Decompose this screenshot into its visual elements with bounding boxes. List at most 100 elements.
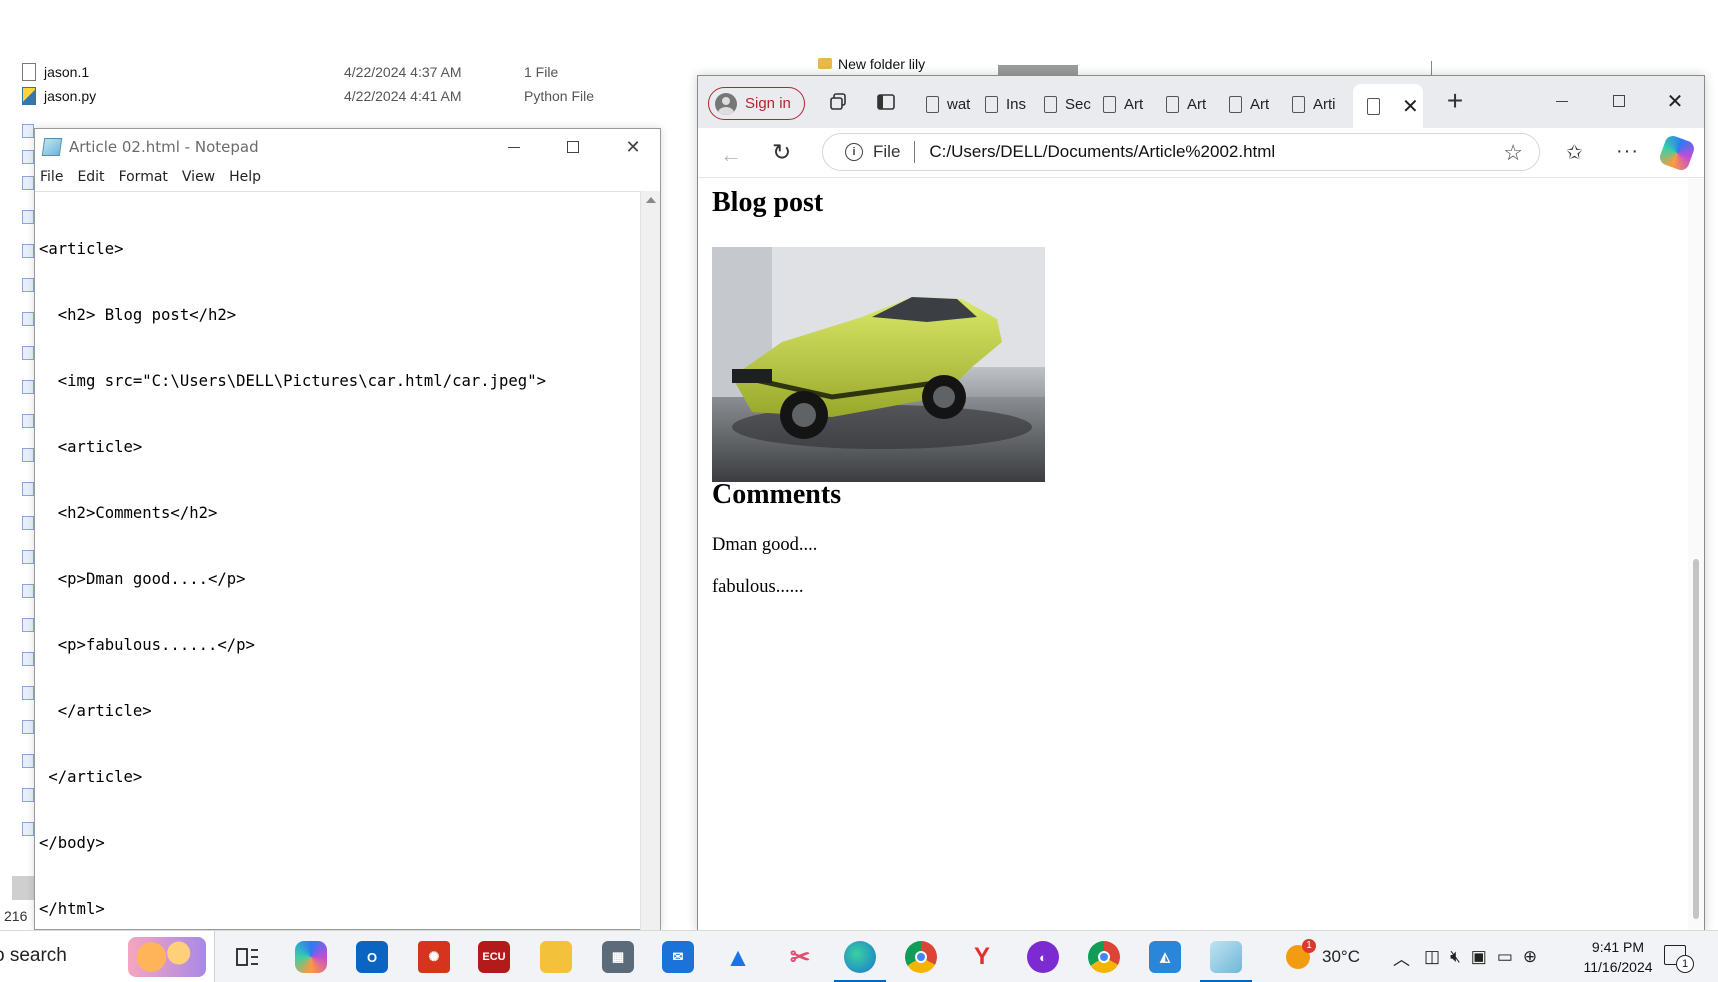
- code-line: </html>: [39, 900, 105, 918]
- display-icon[interactable]: ▣: [1471, 947, 1487, 967]
- system-tray: ︿ ◫ 🔇︎ ▣ ▭ ⊕: [1393, 931, 1537, 982]
- maximize-icon: [1613, 95, 1625, 107]
- scrollbar-thumb[interactable]: [1693, 559, 1699, 919]
- copilot-icon[interactable]: [1657, 133, 1697, 173]
- maximize-button[interactable]: [1597, 88, 1641, 114]
- speaker-muted-icon[interactable]: 🔇︎: [1450, 947, 1461, 967]
- file-explorer-icon[interactable]: [540, 941, 572, 973]
- tab-5[interactable]: Art: [1166, 88, 1216, 120]
- tab-2[interactable]: Ins: [985, 88, 1035, 120]
- weather-badge: 1: [1302, 939, 1316, 953]
- mail-icon[interactable]: ✉: [662, 941, 694, 973]
- text-editor[interactable]: <article> <h2> Blog post</h2> <img src="…: [35, 191, 641, 931]
- url-text: C:/Users/DELL/Documents/Article%2002.htm…: [929, 142, 1276, 161]
- tab-actions-icon[interactable]: [874, 90, 898, 114]
- menu-help[interactable]: Help: [229, 169, 261, 185]
- chrome-profile-icon[interactable]: [1088, 941, 1120, 973]
- yandex-icon[interactable]: Y: [966, 941, 998, 973]
- ecu-website-icon[interactable]: ECU: [478, 941, 510, 973]
- incognito-icon[interactable]: ◐: [1027, 941, 1059, 973]
- address-bar[interactable]: i File C:/Users/DELL/Documents/Article%2…: [822, 133, 1540, 171]
- chevron-up-icon[interactable]: ︿: [1393, 945, 1410, 970]
- tab-title: Ins: [1006, 95, 1027, 113]
- sign-in-button[interactable]: Sign in: [708, 87, 805, 120]
- close-tab-icon[interactable]: ✕: [1402, 94, 1419, 119]
- tab-title: Art: [1187, 95, 1207, 113]
- new-tab-button[interactable]: +: [1440, 87, 1470, 117]
- comment-2: fabulous......: [712, 577, 804, 597]
- code-line: <article>: [39, 240, 124, 258]
- tab-3[interactable]: Sec: [1044, 88, 1094, 120]
- minimize-button[interactable]: [485, 129, 543, 165]
- file-row-jason-1[interactable]: jason.1 4/22/2024 4:37 AM 1 File: [22, 60, 558, 84]
- more-options-icon[interactable]: ···: [1616, 140, 1639, 163]
- item-count: 216: [4, 908, 28, 924]
- temperature: 30°C: [1322, 947, 1360, 966]
- file-row-jason-py[interactable]: jason.py 4/22/2024 4:41 AM Python File: [22, 84, 594, 108]
- tab-title: Arti: [1313, 95, 1336, 113]
- copilot-app-icon[interactable]: [295, 941, 327, 973]
- minimize-button[interactable]: [1540, 88, 1584, 114]
- date: 11/16/2024: [1583, 959, 1653, 975]
- snipping-tool-icon[interactable]: ✂: [784, 941, 816, 973]
- close-icon: ✕: [625, 136, 641, 157]
- code-line: </article>: [39, 768, 143, 786]
- tab-1[interactable]: wat: [926, 88, 976, 120]
- favorite-star-icon[interactable]: ☆: [1503, 140, 1523, 166]
- tab-6[interactable]: Art: [1229, 88, 1279, 120]
- tab-4[interactable]: Art: [1103, 88, 1153, 120]
- tab-active[interactable]: ✕: [1353, 84, 1423, 128]
- favorites-icon[interactable]: ✩: [1566, 140, 1583, 165]
- menu-bar: File Edit Format View Help: [35, 165, 660, 189]
- code-line: <img src="C:\Users\DELL\Pictures\car.htm…: [39, 372, 546, 390]
- page-icon: [1229, 95, 1242, 113]
- close-button[interactable]: ✕: [1653, 88, 1697, 114]
- menu-file[interactable]: File: [40, 169, 63, 185]
- url-scheme: File: [873, 142, 901, 161]
- globe-icon[interactable]: ⊕: [1523, 947, 1537, 967]
- calculator-icon[interactable]: ▦: [602, 941, 634, 973]
- back-arrow-icon[interactable]: ←: [720, 142, 742, 168]
- tab-7[interactable]: Arti: [1292, 88, 1342, 120]
- notepad-titlebar[interactable]: Article 02.html - Notepad ✕: [35, 129, 660, 165]
- battery-icon[interactable]: ▭: [1497, 947, 1513, 967]
- tab-title: Art: [1124, 95, 1144, 113]
- refresh-icon[interactable]: ↻: [772, 139, 791, 166]
- page-heading-comments: Comments: [712, 479, 842, 510]
- scroll-up-icon[interactable]: [646, 197, 656, 203]
- notification-count: 1: [1676, 955, 1694, 973]
- tab-title: Art: [1250, 95, 1270, 113]
- photos-icon[interactable]: ◭: [1149, 941, 1181, 973]
- clock[interactable]: 9:41 PM 11/16/2024: [1566, 937, 1670, 977]
- chrome-icon[interactable]: [905, 941, 937, 973]
- code-line: </article>: [39, 702, 152, 720]
- page-icon: [1166, 95, 1179, 113]
- taskbar-search[interactable]: o search: [0, 931, 215, 982]
- outlook-icon[interactable]: O: [356, 941, 388, 973]
- app-red-icon[interactable]: ✺: [418, 941, 450, 973]
- meet-now-icon[interactable]: ◫: [1424, 947, 1440, 967]
- weather-widget[interactable]: 1 30°C: [1286, 931, 1360, 982]
- close-button[interactable]: ✕: [604, 129, 662, 165]
- workspaces-icon[interactable]: [826, 90, 850, 114]
- search-highlight-image: [128, 937, 206, 977]
- folder-name[interactable]: New folder lily: [838, 56, 925, 72]
- code-line: <h2> Blog post</h2>: [39, 306, 237, 324]
- notepad-taskbar-icon[interactable]: [1200, 941, 1252, 982]
- info-icon[interactable]: i: [845, 143, 863, 161]
- file-name: jason.1: [44, 64, 90, 80]
- page-scrollbar[interactable]: [1688, 179, 1704, 931]
- menu-format[interactable]: Format: [119, 169, 168, 185]
- edge-icon[interactable]: [834, 941, 886, 982]
- menu-edit[interactable]: Edit: [77, 169, 104, 185]
- task-view-icon[interactable]: [232, 941, 264, 973]
- menu-view[interactable]: View: [182, 169, 215, 185]
- azure-icon[interactable]: ▲: [722, 941, 754, 973]
- notepad-window: Article 02.html - Notepad ✕ File Edit Fo…: [34, 128, 661, 931]
- vertical-scrollbar[interactable]: [640, 191, 660, 931]
- page-heading-blog-post: Blog post: [712, 187, 824, 218]
- maximize-button[interactable]: [544, 129, 602, 165]
- time: 9:41 PM: [1591, 939, 1645, 955]
- edge-browser-window: Sign in wat Ins Sec Art Art Art Arti ✕ +…: [697, 75, 1705, 932]
- explorer-scrollbar[interactable]: [12, 876, 34, 900]
